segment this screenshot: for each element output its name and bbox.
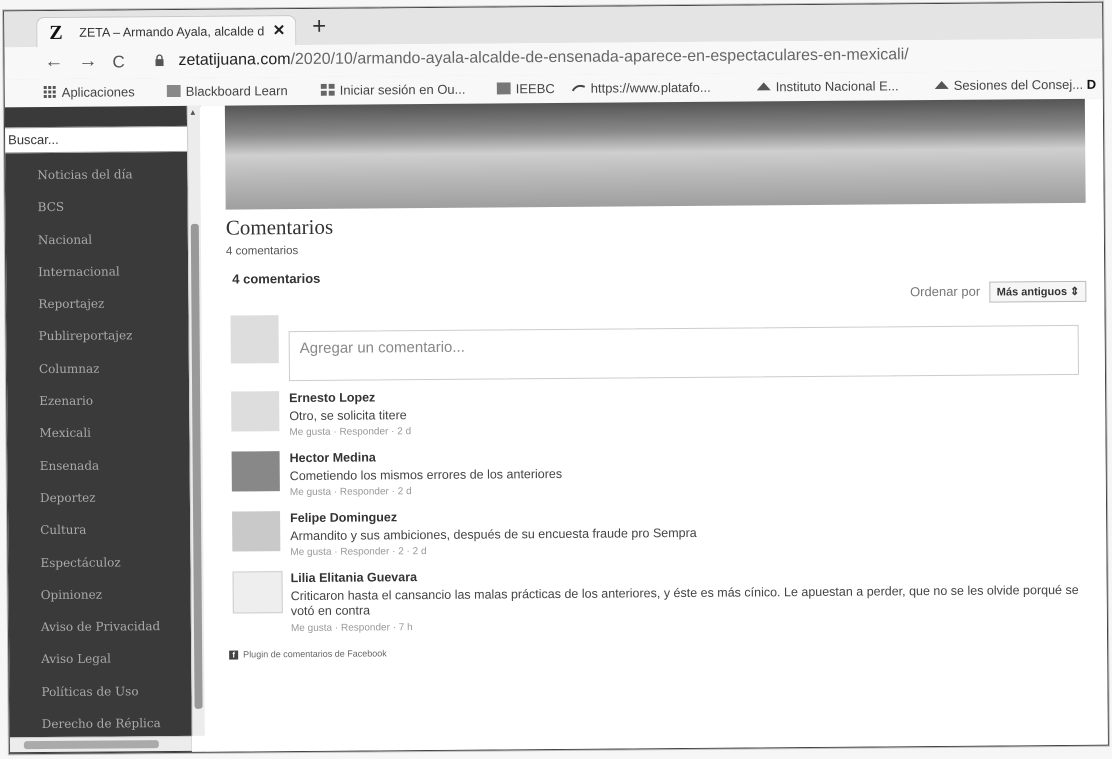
comment-text: Cometiendo los mismos errores de los ant… (289, 466, 563, 484)
url-host: zetatijuana.com (178, 51, 291, 69)
fb-comments-count: 4 comentarios (232, 270, 321, 287)
comment-author[interactable]: Hector Medina (290, 450, 376, 465)
bookmark-label: Sesiones del Consej... (953, 76, 1084, 93)
comment-item: Hector Medina Cometiendo los mismos erro… (231, 445, 1082, 508)
sidebar-item-opinionez[interactable]: Opinionez (9, 578, 191, 612)
sidebar-item-cultura[interactable]: Cultura (8, 513, 190, 547)
apps-grid-icon (43, 85, 56, 99)
sidebar-item-reportajez[interactable]: Reportajez (6, 287, 188, 321)
dropdown-caret-icon: ⇕ (1070, 285, 1080, 298)
ine-icon (934, 80, 949, 90)
horizontal-scroll-thumb[interactable] (23, 740, 159, 750)
sidebar-item-deportez[interactable]: Deportez (8, 481, 190, 515)
sidebar-item-mexicali[interactable]: Mexicali (7, 416, 189, 450)
section-menu: Noticias del día BCS Nacional Internacio… (5, 158, 192, 741)
sidebar-item-ensenada[interactable]: Ensenada (8, 449, 190, 483)
bookmark-label: Aplicaciones (61, 84, 135, 100)
comment-author[interactable]: Felipe Dominguez (290, 510, 397, 525)
tab-title: ZETA – Armando Ayala, alcalde d (79, 24, 265, 40)
bookmark-outlook[interactable]: Iniciar sesión en Ou... (320, 81, 466, 98)
browser-tab[interactable]: Z ZETA – Armando Ayala, alcalde d ✕ (36, 15, 297, 49)
sidebar-item-bcs[interactable]: BCS (6, 190, 188, 224)
sort-dropdown[interactable]: Más antiguos ⇕ (989, 280, 1087, 303)
bookmark-instituto[interactable]: Instituto Nacional E... (756, 78, 899, 95)
bookmark-ieebc[interactable]: IEEBC (496, 81, 555, 97)
facebook-comments-plugin: 4 comentarios Ordenar por Más antiguos ⇕… (226, 259, 1089, 686)
bookmark-plataforma[interactable]: https://www.platafo... (571, 79, 711, 96)
sidebar-item-noticias[interactable]: Noticias del día (5, 158, 187, 192)
sort-label: Ordenar por (909, 283, 981, 300)
article-content: Comentarios 4 comentarios 4 comentarios … (200, 98, 1108, 752)
bookmark-label: IEEBC (515, 81, 555, 97)
link-icon (571, 84, 586, 92)
avatar[interactable] (231, 451, 280, 492)
comment-actions[interactable]: Me gusta · Responder · 2 d (289, 426, 411, 438)
comment-item: Lilia Elitania Guevara Criticaron hasta … (232, 565, 1083, 634)
sidebar-item-internacional[interactable]: Internacional (6, 255, 188, 289)
sidebar-menu: Buscar... Noticias del día BCS Nacional … (3, 105, 192, 755)
comment-actions[interactable]: Me gusta · Responder · 2 · 2 d (290, 546, 426, 558)
comments-count: 4 comentarios (225, 245, 299, 258)
sidebar-item-nacional[interactable]: Nacional (6, 222, 188, 256)
sort-control: Ordenar por Más antiguos ⇕ (909, 280, 1087, 303)
comment-author[interactable]: Lilia Elitania Guevara (291, 570, 418, 585)
url-path: /2020/10/armando-ayala-alcalde-de-ensena… (290, 46, 909, 69)
sidebar-item-columnaz[interactable]: Columnaz (7, 352, 189, 386)
ine-icon (756, 82, 771, 91)
sidebar-item-publireportajez[interactable]: Publireportajez (7, 319, 189, 353)
comment-item: Ernesto Lopez Otro, se solicita titere M… (231, 385, 1081, 448)
bookmark-label: https://www.platafo... (590, 79, 711, 96)
bookmark-label: Blackboard Learn (185, 83, 288, 99)
comment-actions[interactable]: Me gusta · Responder · 7 h (291, 622, 413, 634)
fb-plugin-link[interactable]: f Plugin de comentarios de Facebook (229, 648, 387, 660)
avatar[interactable] (232, 571, 283, 614)
fb-plugin-label: Plugin de comentarios de Facebook (243, 648, 387, 660)
bookmark-icon: D (1086, 76, 1097, 92)
bookmark-blackboard[interactable]: Blackboard Learn (166, 83, 288, 99)
scanned-page: Z ZETA – Armando Ayala, alcalde d ✕ + ← … (0, 0, 1112, 759)
comment-text: Armandito y sus ambiciones, después de s… (290, 525, 697, 544)
forward-button[interactable]: → (78, 51, 97, 73)
avatar[interactable] (231, 391, 280, 432)
comments-heading: Comentarios (225, 214, 334, 240)
avatar (230, 315, 279, 364)
sort-value: Más antiguos (996, 285, 1068, 299)
back-button[interactable]: ← (44, 51, 63, 73)
bookmark-label: Iniciar sesión en Ou... (339, 81, 466, 98)
close-tab-icon[interactable]: ✕ (273, 21, 286, 39)
sidebar-item-aviso-privacidad[interactable]: Aviso de Privacidad (9, 610, 191, 644)
sidebar-item-ezenario[interactable]: Ezenario (7, 384, 189, 418)
comment-text: Otro, se solicita titere (289, 408, 407, 424)
search-input[interactable]: Buscar... (3, 125, 190, 154)
add-comment-input[interactable]: Agregar un comentario... (288, 324, 1079, 382)
horizontal-scrollbar[interactable] (9, 735, 192, 753)
compose-placeholder: Agregar un comentario... (299, 338, 465, 358)
scroll-up-arrow-icon[interactable]: ▲ (189, 108, 197, 117)
zeta-favicon-icon: Z (49, 21, 63, 44)
lock-icon (155, 54, 164, 67)
reload-button[interactable]: C (112, 52, 124, 72)
browser-window: Z ZETA – Armando Ayala, alcalde d ✕ + ← … (3, 1, 1109, 755)
bookmark-d[interactable]: D (1087, 77, 1097, 92)
blackboard-icon (166, 84, 181, 98)
facebook-icon: f (229, 650, 239, 660)
sidebar-item-politicas[interactable]: Políticas de Uso (9, 675, 191, 709)
outlook-icon (320, 83, 335, 96)
bookmark-label: Instituto Nacional E... (775, 78, 899, 95)
ieebc-icon (496, 82, 511, 95)
comment-item: Felipe Dominguez Armandito y sus ambicio… (232, 505, 1082, 568)
bookmark-aplicaciones[interactable]: Aplicaciones (43, 84, 135, 100)
new-tab-button[interactable]: + (312, 13, 326, 41)
sidebar-scroll-thumb[interactable] (190, 223, 203, 709)
search-placeholder: Buscar... (8, 131, 59, 148)
comment-actions[interactable]: Me gusta · Responder · 2 d (290, 486, 412, 498)
sidebar-item-aviso-legal[interactable]: Aviso Legal (9, 642, 191, 676)
sidebar-item-espectaculoz[interactable]: Espectáculoz (8, 545, 190, 579)
article-image (224, 98, 1086, 210)
comment-author[interactable]: Ernesto Lopez (289, 390, 375, 405)
address-bar[interactable]: zetatijuana.com/2020/10/armando-ayala-al… (178, 46, 908, 70)
comment-text: Criticaron hasta el cansancio las malas … (290, 582, 1079, 619)
avatar[interactable] (232, 511, 281, 552)
bookmark-sesiones[interactable]: Sesiones del Consej... (934, 76, 1084, 93)
